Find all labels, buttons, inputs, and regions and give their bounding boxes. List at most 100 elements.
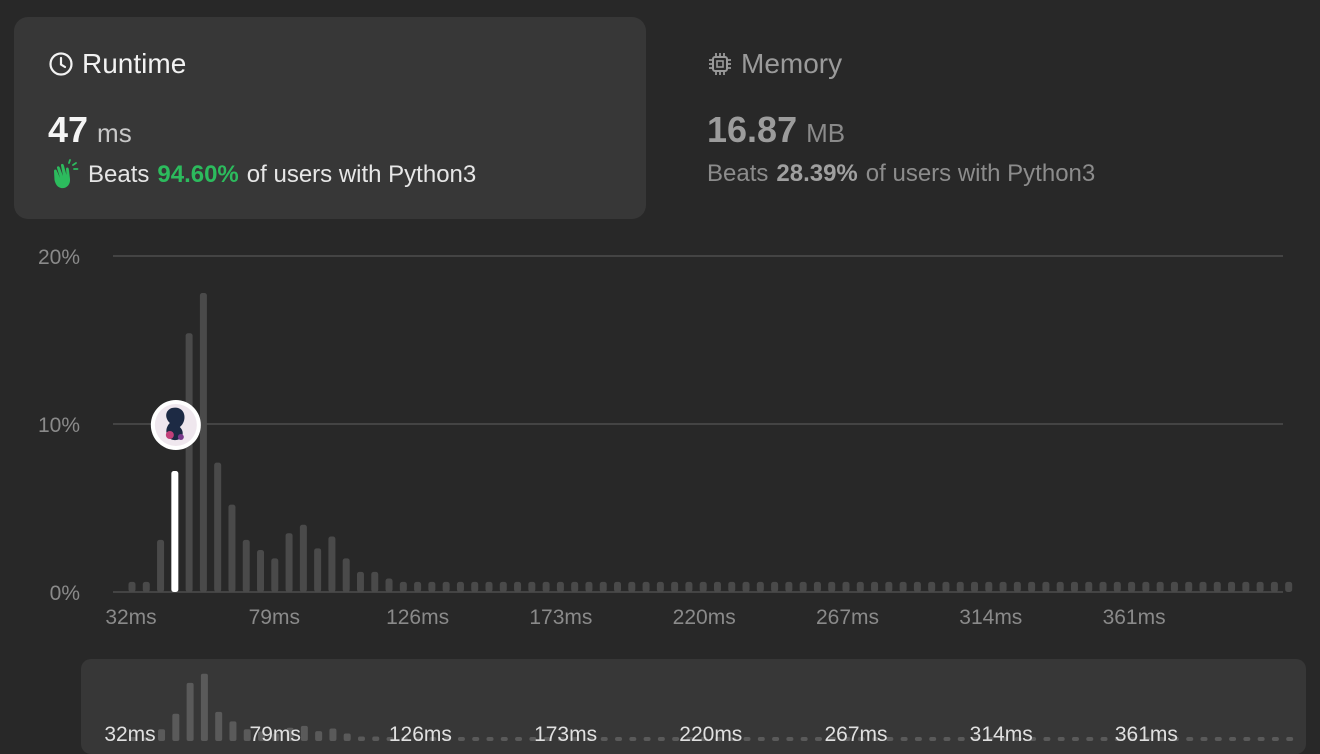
- overview-bar: [1286, 737, 1294, 741]
- distribution-bar[interactable]: [1085, 581, 1093, 592]
- memory-unit: MB: [806, 118, 846, 148]
- distribution-bar[interactable]: [428, 581, 436, 592]
- distribution-bar[interactable]: [971, 581, 979, 592]
- overview-bar: [772, 737, 780, 741]
- distribution-bar[interactable]: [414, 581, 422, 592]
- distribution-bar[interactable]: [713, 581, 721, 592]
- distribution-bar[interactable]: [242, 539, 250, 592]
- distribution-bar[interactable]: [342, 558, 350, 592]
- overview-bar: [515, 737, 523, 741]
- distribution-bar[interactable]: [1156, 581, 1164, 592]
- distribution-bar[interactable]: [885, 581, 893, 592]
- distribution-bar[interactable]: [956, 581, 964, 592]
- distribution-bar[interactable]: [442, 581, 450, 592]
- distribution-bar[interactable]: [942, 581, 950, 592]
- x-tick-label: 32ms: [105, 606, 156, 629]
- distribution-bar[interactable]: [257, 550, 265, 592]
- distribution-bar[interactable]: [1056, 581, 1064, 592]
- distribution-bar[interactable]: [214, 462, 222, 592]
- distribution-bar[interactable]: [642, 581, 650, 592]
- distribution-bar[interactable]: [1256, 581, 1264, 592]
- distribution-bar[interactable]: [1170, 581, 1178, 592]
- distribution-bar[interactable]: [485, 581, 493, 592]
- distribution-bar[interactable]: [299, 524, 307, 592]
- distribution-bar[interactable]: [157, 539, 165, 592]
- distribution-bar[interactable]: [699, 581, 707, 592]
- distribution-bar[interactable]: [1113, 581, 1121, 592]
- distribution-bar[interactable]: [385, 578, 393, 592]
- runtime-range-overview[interactable]: 32ms 79ms 126ms 173ms 220ms 267ms 314ms 361ms: [81, 659, 1306, 754]
- distribution-bar[interactable]: [671, 581, 679, 592]
- distribution-bar[interactable]: [1042, 581, 1050, 592]
- distribution-bar[interactable]: [128, 581, 136, 592]
- distribution-bar[interactable]: [314, 548, 322, 592]
- distribution-bar[interactable]: [842, 581, 850, 592]
- distribution-bar[interactable]: [399, 581, 407, 592]
- overview-bar: [457, 737, 465, 741]
- distribution-bar[interactable]: [1142, 581, 1150, 592]
- distribution-bar[interactable]: [771, 581, 779, 592]
- distribution-bar[interactable]: [1242, 581, 1250, 592]
- distribution-bar[interactable]: [828, 581, 836, 592]
- distribution-bar[interactable]: [528, 581, 536, 592]
- distribution-bar[interactable]: [199, 292, 207, 592]
- overview-bar: [186, 682, 194, 741]
- runtime-distribution-chart[interactable]: 20% 10% 0% 32ms 79ms 126ms 173ms 220ms 267ms 314…: [0, 230, 1320, 640]
- distribution-bar[interactable]: [585, 581, 593, 592]
- distribution-bar[interactable]: [728, 581, 736, 592]
- distribution-bar[interactable]: [685, 581, 693, 592]
- distribution-bar[interactable]: [271, 558, 279, 592]
- distribution-bar[interactable]: [1013, 581, 1021, 592]
- distribution-bar[interactable]: [1128, 581, 1136, 592]
- distribution-bar[interactable]: [799, 581, 807, 592]
- highlighted-bar[interactable]: [171, 471, 179, 592]
- distribution-bar[interactable]: [356, 571, 364, 592]
- distribution-bar[interactable]: [571, 581, 579, 592]
- distribution-bar[interactable]: [471, 581, 479, 592]
- distribution-bar[interactable]: [599, 581, 607, 592]
- distribution-bar[interactable]: [628, 581, 636, 592]
- overview-bar: [500, 737, 508, 741]
- distribution-bar[interactable]: [1199, 581, 1207, 592]
- distribution-bar[interactable]: [285, 533, 293, 592]
- distribution-bar[interactable]: [514, 581, 522, 592]
- distribution-bar[interactable]: [1213, 581, 1221, 592]
- runtime-beats-percent: 94.60%: [157, 161, 239, 188]
- distribution-bar[interactable]: [742, 581, 750, 592]
- distribution-bar[interactable]: [1228, 581, 1236, 592]
- distribution-bar[interactable]: [456, 581, 464, 592]
- distribution-bar[interactable]: [1099, 581, 1107, 592]
- distribution-bar[interactable]: [656, 581, 664, 592]
- distribution-bar[interactable]: [1285, 581, 1293, 592]
- overview-bar: [900, 737, 908, 741]
- distribution-bar[interactable]: [371, 571, 379, 592]
- memory-card[interactable]: Memory 16.87 MB Beats 28.39% of users wi…: [672, 17, 1192, 219]
- distribution-bar[interactable]: [856, 581, 864, 592]
- distribution-bar[interactable]: [928, 581, 936, 592]
- distribution-bar[interactable]: [542, 581, 550, 592]
- distribution-bar[interactable]: [899, 581, 907, 592]
- clapping-hand-icon: [54, 159, 79, 189]
- distribution-bar[interactable]: [614, 581, 622, 592]
- runtime-card[interactable]: Runtime 47 ms Beats 94.60% of users with…: [14, 17, 646, 219]
- distribution-bar[interactable]: [813, 581, 821, 592]
- overview-tick-label: 126ms: [389, 723, 452, 746]
- distribution-bar[interactable]: [1028, 581, 1036, 592]
- overview-bar: [372, 736, 380, 741]
- distribution-bar[interactable]: [913, 581, 921, 592]
- distribution-bar[interactable]: [1070, 581, 1078, 592]
- distribution-bar[interactable]: [142, 581, 150, 592]
- distribution-bar[interactable]: [228, 504, 236, 592]
- distribution-bar[interactable]: [185, 333, 193, 592]
- y-tick-label: 20%: [38, 246, 80, 269]
- distribution-bar[interactable]: [756, 581, 764, 592]
- distribution-bar[interactable]: [499, 581, 507, 592]
- distribution-bar[interactable]: [1185, 581, 1193, 592]
- distribution-bar[interactable]: [1270, 581, 1278, 592]
- distribution-bar[interactable]: [999, 581, 1007, 592]
- distribution-bar[interactable]: [871, 581, 879, 592]
- distribution-bar[interactable]: [785, 581, 793, 592]
- distribution-bar[interactable]: [556, 581, 564, 592]
- distribution-bar[interactable]: [328, 536, 336, 592]
- distribution-bar[interactable]: [985, 581, 993, 592]
